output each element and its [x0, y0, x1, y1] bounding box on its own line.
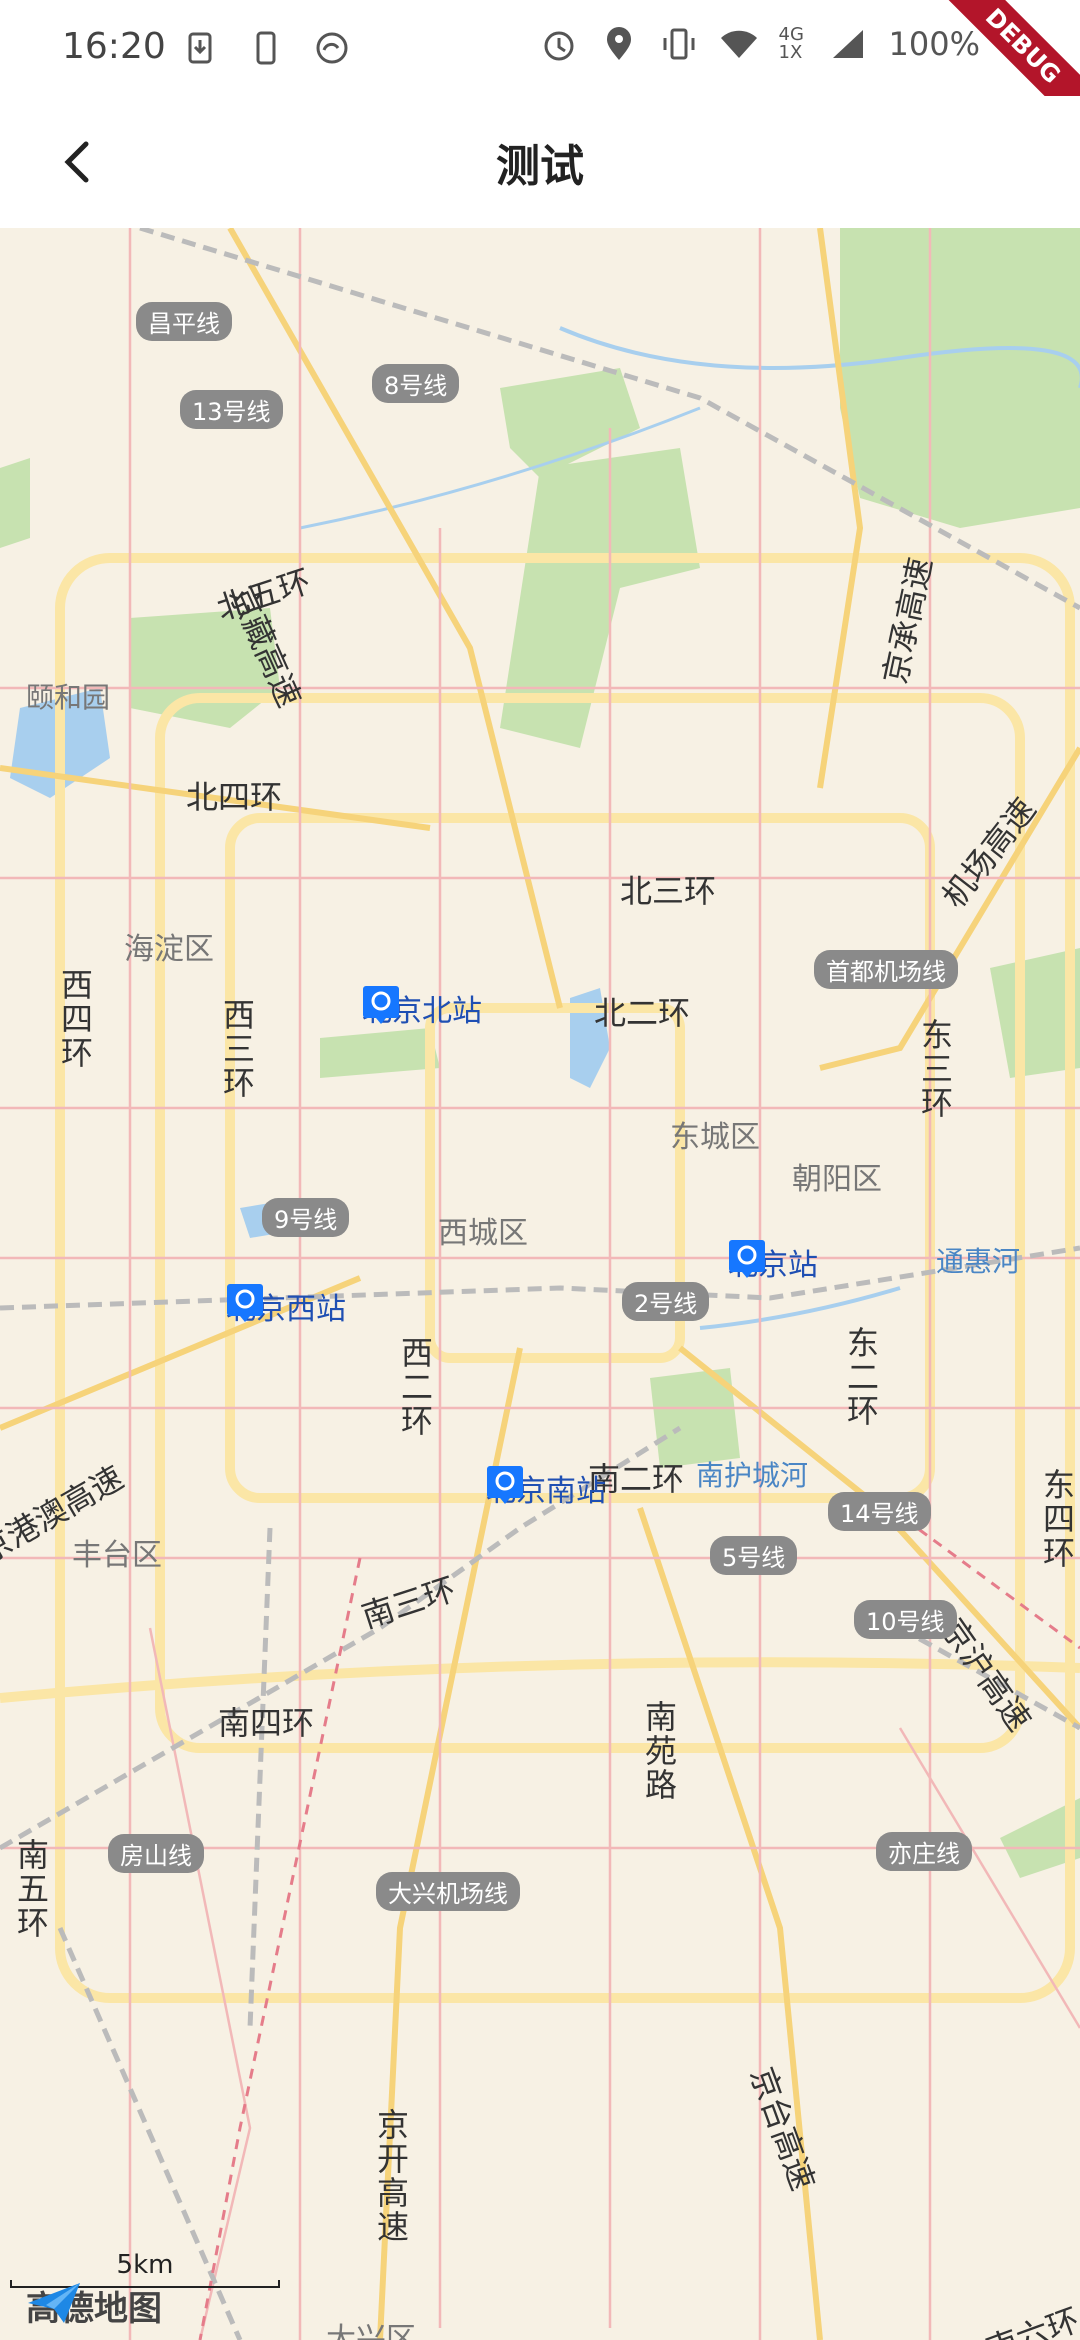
road-label: 南五环	[12, 1838, 50, 1940]
station-marker[interactable]: 北京北站	[362, 984, 482, 1030]
road-label: 西四环	[56, 968, 94, 1070]
train-station-icon	[227, 1284, 263, 1322]
poi-label: 颐和园	[26, 681, 111, 714]
app-bar: 测试	[0, 96, 1080, 228]
metro-line-label: 9号线	[262, 1198, 350, 1237]
metro-line-label: 房山线	[108, 1834, 204, 1873]
road-label: 北四环	[186, 778, 283, 816]
road-label: 南四环	[218, 1704, 315, 1742]
river-label: 南护城河	[696, 1459, 809, 1492]
district-label: 朝阳区	[792, 1162, 882, 1197]
road-label: 东三环	[916, 1018, 954, 1120]
page-title: 测试	[496, 141, 584, 192]
ring-roads	[0, 553, 1080, 2003]
phone-icon	[256, 31, 276, 65]
district-label: 丰台区	[72, 1538, 162, 1573]
amap-logo: 高德地图	[26, 2281, 162, 2330]
map-view[interactable]: 北五环 北四环 北三环 北二环 南二环 南三环 南四环 西四环 西三环 西二环 …	[0, 228, 1080, 2340]
metro-line-label: 5号线	[710, 1536, 798, 1575]
road-label: 西三环	[218, 998, 256, 1100]
metro-line-label: 昌平线	[136, 302, 232, 341]
station-marker[interactable]: 北京西站	[226, 1282, 346, 1328]
status-bar: 16:20 4G 1X 100% DEBUG	[0, 0, 1080, 143]
district-label: 西城区	[438, 1216, 528, 1251]
metro-line-label: 10号线	[854, 1600, 957, 1639]
road-label: 东二环	[842, 1326, 880, 1428]
district-label: 海淀区	[124, 932, 214, 967]
metro-line-label: 13号线	[180, 390, 283, 429]
status-time: 16:20	[62, 26, 166, 67]
network-type: 4G 1X	[778, 24, 804, 63]
status-icons-right: 4G 1X 100%	[539, 24, 980, 64]
status-icons-left	[180, 28, 352, 68]
map-base	[0, 228, 1080, 2340]
metro-line-label: 8号线	[372, 364, 460, 403]
road-label: 北三环	[620, 872, 717, 910]
vibrate-icon	[663, 28, 695, 60]
station-marker[interactable]: 北京站	[728, 1238, 818, 1284]
scale-label: 5km	[116, 2250, 174, 2280]
alarm-icon	[544, 31, 574, 61]
water-areas	[10, 688, 610, 1238]
district-label: 大兴区	[326, 2322, 416, 2340]
road-label: 京开高速	[372, 2108, 410, 2244]
metro-line-label: 亦庄线	[876, 1832, 972, 1871]
train-station-icon	[363, 986, 399, 1024]
paper-plane-icon	[28, 2283, 80, 2323]
location-icon	[606, 27, 631, 60]
road-label: 北二环	[594, 994, 691, 1032]
district-label: 东城区	[670, 1120, 760, 1155]
metro-line-label: 大兴机场线	[376, 1872, 520, 1911]
wifi-icon	[720, 30, 757, 58]
sync-icon	[316, 32, 348, 64]
metro-line-label: 2号线	[622, 1282, 710, 1321]
signal-icon	[832, 30, 863, 58]
station-marker[interactable]: 北京南站	[486, 1464, 606, 1510]
river-label: 通惠河	[936, 1245, 1021, 1278]
train-station-icon	[729, 1240, 765, 1278]
metro-line-label: 14号线	[828, 1492, 931, 1531]
road-label: 东四环	[1038, 1468, 1076, 1570]
download-icon	[188, 32, 212, 64]
train-station-icon	[487, 1466, 523, 1504]
metro-line-label: 首都机场线	[814, 950, 958, 989]
battery-level: 100%	[888, 25, 980, 63]
road-label: 西二环	[396, 1336, 434, 1438]
road-label: 南苑路	[640, 1700, 678, 1802]
